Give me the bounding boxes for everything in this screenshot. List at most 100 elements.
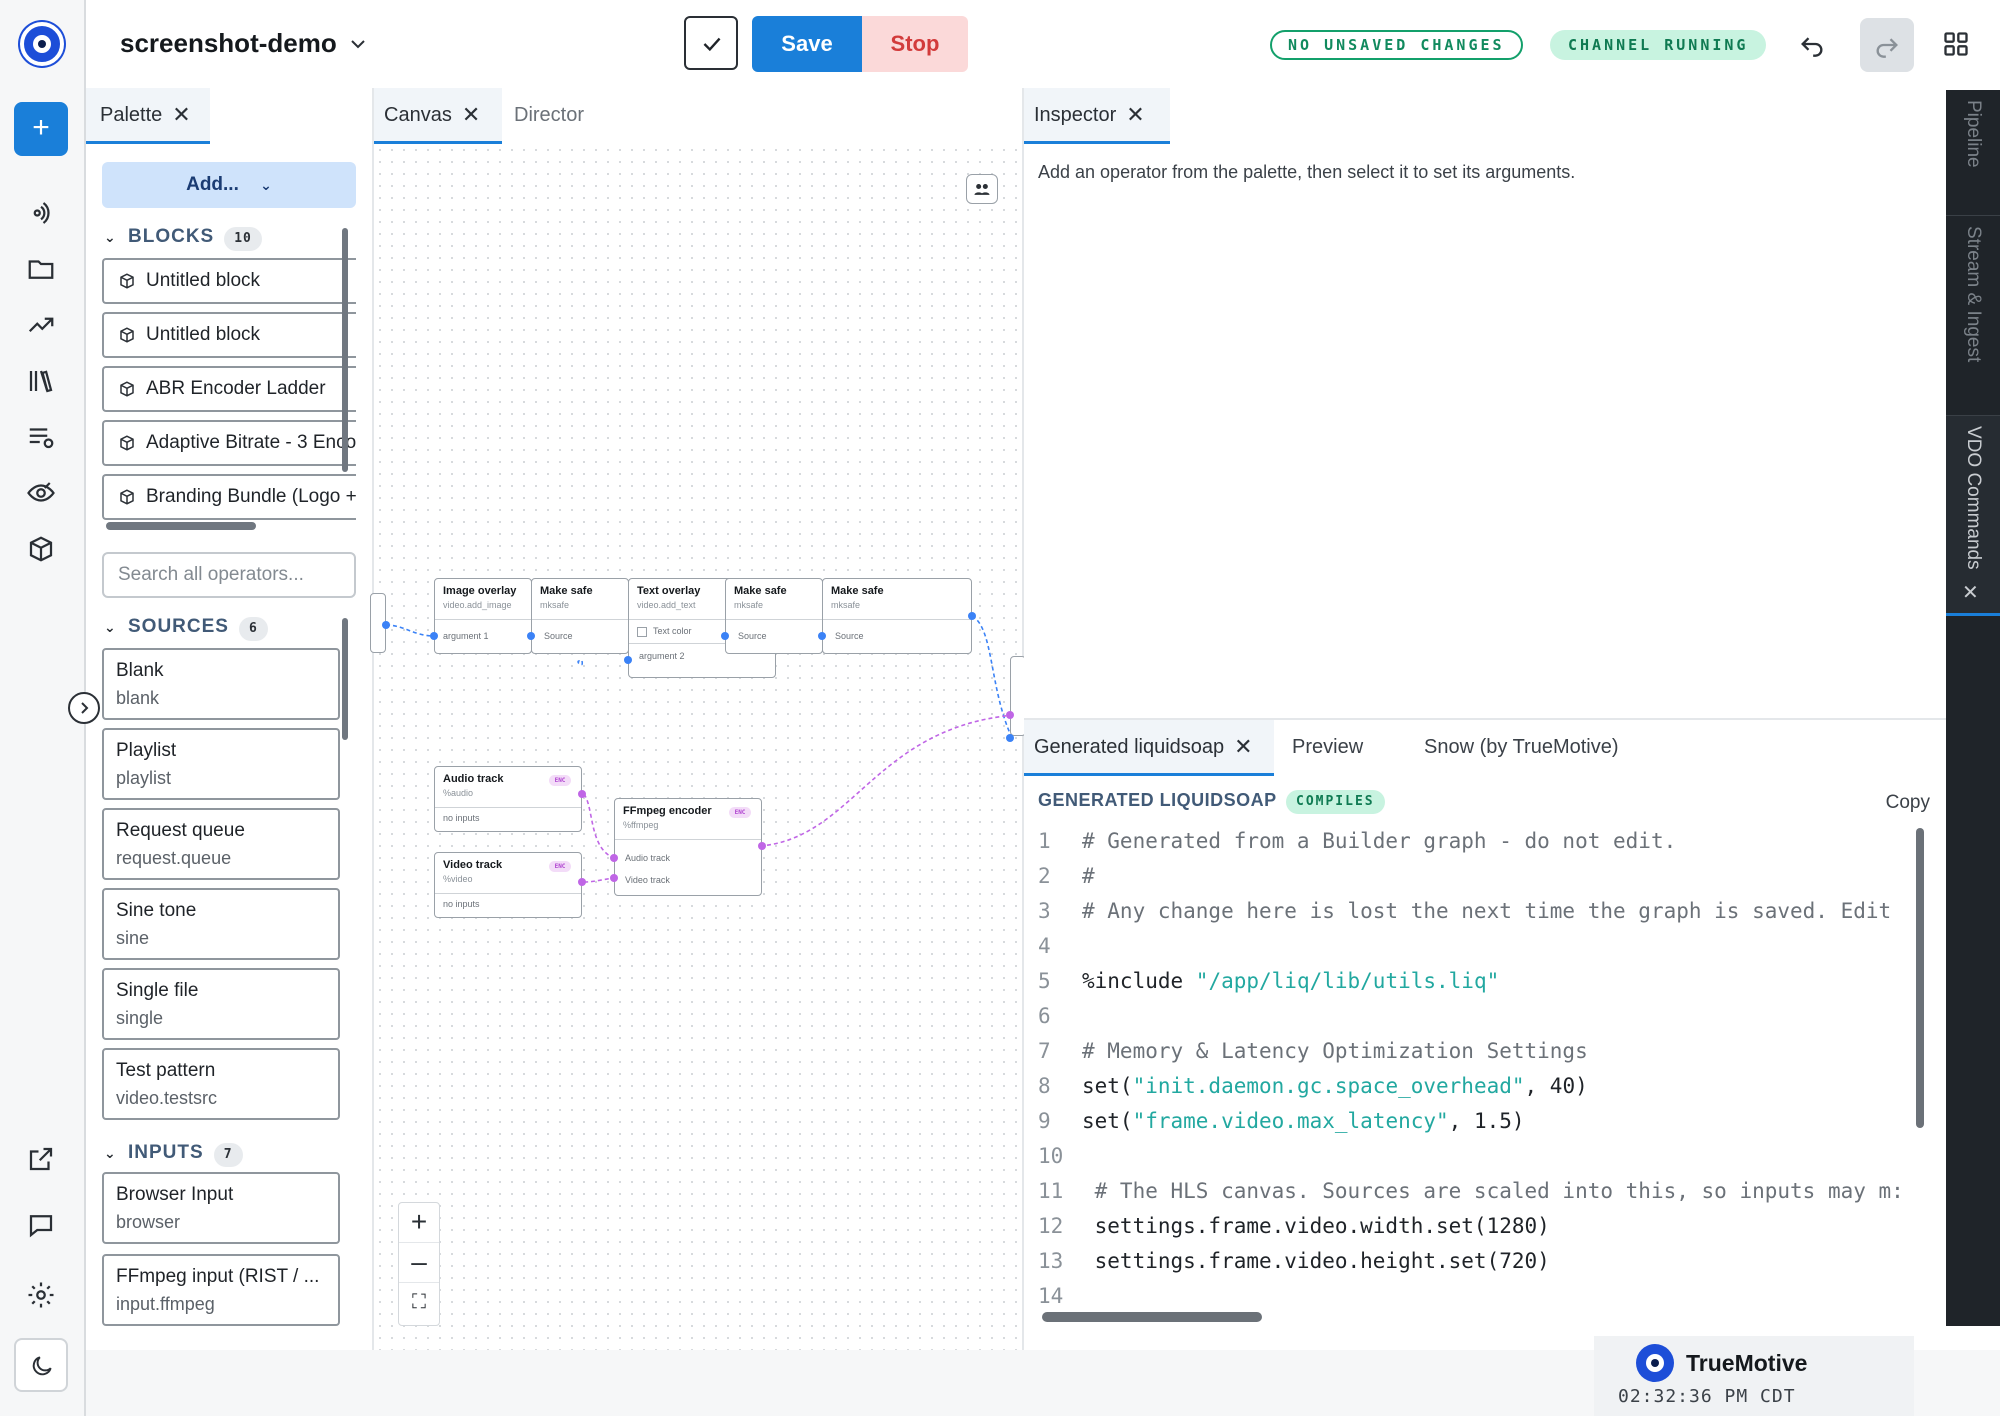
code-horizontal-scrollbar[interactable]: [1042, 1312, 1262, 1322]
save-button[interactable]: Save: [752, 16, 862, 72]
port-dot[interactable]: [382, 621, 390, 629]
operator-search-input[interactable]: Search all operators...: [102, 552, 356, 598]
chevron-down-icon[interactable]: [348, 34, 368, 54]
block-item[interactable]: ABR Encoder Ladder: [102, 366, 356, 412]
stop-button[interactable]: Stop: [862, 16, 968, 72]
library-icon[interactable]: [26, 366, 56, 396]
port-dot[interactable]: [818, 632, 826, 640]
encoder-badge: ENC: [549, 775, 571, 786]
blocks-horizontal-scrollbar[interactable]: [106, 522, 256, 530]
source-item[interactable]: Blank blank: [102, 648, 340, 720]
zoom-out-button[interactable]: –: [399, 1243, 439, 1283]
validate-button[interactable]: [684, 16, 738, 70]
close-icon[interactable]: ✕: [1126, 88, 1144, 142]
port-dot[interactable]: [758, 842, 766, 850]
canvas-node[interactable]: Audio track %audio ENC no inputs: [434, 766, 582, 832]
folder-icon[interactable]: [26, 254, 56, 284]
close-icon[interactable]: ✕: [1962, 580, 1979, 605]
canvas-grid[interactable]: [374, 144, 1024, 1350]
source-item[interactable]: Test pattern video.testsrc: [102, 1048, 340, 1120]
source-item[interactable]: Request queue request.queue: [102, 808, 340, 880]
tab-preview[interactable]: Preview: [1292, 720, 1363, 776]
add-dropdown-button[interactable]: Add... ⌄: [102, 162, 356, 208]
blocks-scrollbar[interactable]: [342, 228, 348, 472]
close-icon[interactable]: ✕: [462, 88, 480, 142]
undo-icon[interactable]: [1798, 30, 1826, 58]
collaborators-button[interactable]: [966, 174, 998, 204]
settings-gear-icon[interactable]: [26, 1280, 56, 1310]
text-color-checkbox[interactable]: [637, 627, 647, 637]
code-editor[interactable]: 1 # Generated from a Builder graph - do n…: [1038, 824, 1928, 1344]
source-item[interactable]: Sine tone sine: [102, 888, 340, 960]
canvas-node[interactable]: Make safe mksafe Source: [725, 578, 823, 654]
canvas-node[interactable]: Make safe mksafe Source: [531, 578, 629, 654]
sources-scrollbar[interactable]: [342, 618, 348, 740]
tab-director[interactable]: Director: [514, 88, 584, 144]
theme-toggle-button[interactable]: [14, 1338, 68, 1392]
blocks-count-badge: 10: [224, 227, 262, 251]
tab-palette[interactable]: Palette ✕: [86, 88, 210, 144]
collapse-panel-button[interactable]: [68, 692, 100, 724]
close-icon[interactable]: ✕: [1234, 720, 1252, 774]
redo-button[interactable]: [1860, 18, 1914, 72]
inputs-section-header[interactable]: ⌄ INPUTS 7: [104, 1142, 243, 1167]
tab-vdo-commands[interactable]: VDO Commands ✕: [1946, 416, 2000, 616]
port-dot[interactable]: [721, 632, 729, 640]
line-number: 1: [1038, 829, 1051, 853]
canvas-node[interactable]: Make safe mksafe Source: [822, 578, 972, 654]
port-dot[interactable]: [968, 612, 976, 620]
project-name[interactable]: screenshot-demo: [120, 28, 337, 59]
port-dot[interactable]: [527, 632, 535, 640]
broadcast-icon[interactable]: [26, 198, 56, 228]
line-number: 10: [1038, 1144, 1064, 1168]
input-item[interactable]: FFmpeg input (RIST / ... input.ffmpeg: [102, 1254, 340, 1326]
port-dot[interactable]: [610, 854, 618, 862]
sources-section-header[interactable]: ⌄ SOURCES 6: [104, 616, 268, 641]
port-dot[interactable]: [1006, 734, 1014, 742]
tab-generated-liquidsoap[interactable]: Generated liquidsoap ✕: [1024, 720, 1274, 776]
chat-icon[interactable]: [26, 1210, 56, 1240]
layout-grid-icon[interactable]: [1942, 30, 1970, 58]
copy-button[interactable]: Copy: [1886, 792, 1930, 814]
encoder-badge: ENC: [729, 807, 751, 818]
block-item[interactable]: Adaptive Bitrate - 3 Encoders: [102, 420, 356, 466]
canvas-node[interactable]: Image overlay video.add_image argument 1: [434, 578, 532, 654]
tab-pipeline[interactable]: Pipeline: [1946, 90, 2000, 216]
port-dot[interactable]: [1006, 711, 1014, 719]
block-item[interactable]: Branding Bundle (Logo + Text): [102, 474, 356, 520]
code-vertical-scrollbar[interactable]: [1916, 828, 1924, 1128]
fit-view-button[interactable]: ⛶: [399, 1283, 439, 1323]
source-item[interactable]: Playlist playlist: [102, 728, 340, 800]
port-dot[interactable]: [578, 878, 586, 886]
port-dot[interactable]: [610, 874, 618, 882]
block-item[interactable]: Untitled block: [102, 258, 356, 304]
blocks-section-header[interactable]: ⌄ BLOCKS 10: [104, 226, 262, 251]
canvas-node[interactable]: FFmpeg encoder %ffmpeg ENC Audio track V…: [614, 798, 762, 896]
input-item[interactable]: Browser Input browser: [102, 1172, 340, 1244]
code-token: %include: [1082, 969, 1196, 993]
port-dot[interactable]: [624, 656, 632, 664]
queue-icon[interactable]: [26, 422, 56, 452]
package-icon[interactable]: [26, 534, 56, 564]
tab-canvas[interactable]: Canvas ✕: [374, 88, 502, 144]
new-item-button[interactable]: +: [14, 102, 68, 156]
canvas-node[interactable]: Video track %video ENC no inputs: [434, 852, 582, 918]
close-icon[interactable]: ✕: [172, 88, 190, 142]
node-port: Source: [835, 631, 864, 641]
block-item[interactable]: Untitled block: [102, 312, 356, 358]
clock-time: 02:32:36 PM CDT: [1618, 1386, 1796, 1407]
port-dot[interactable]: [578, 790, 586, 798]
node-title: Image overlay: [443, 585, 517, 597]
zoom-in-button[interactable]: +: [399, 1203, 439, 1243]
tab-inspector[interactable]: Inspector ✕: [1024, 88, 1170, 144]
external-link-icon[interactable]: [26, 1144, 56, 1174]
tab-snow[interactable]: Snow (by TrueMotive): [1424, 720, 1619, 776]
code-token: # The HLS canvas. Sources are scaled int…: [1082, 1179, 1904, 1203]
tab-stream-ingest[interactable]: Stream & Ingest: [1946, 216, 2000, 416]
trend-icon[interactable]: [26, 310, 56, 340]
compile-status-badge: COMPILES: [1286, 790, 1385, 814]
source-item[interactable]: Single file single: [102, 968, 340, 1040]
vision-icon[interactable]: [26, 478, 56, 508]
port-dot[interactable]: [430, 632, 438, 640]
app-logo-icon: [20, 22, 64, 66]
